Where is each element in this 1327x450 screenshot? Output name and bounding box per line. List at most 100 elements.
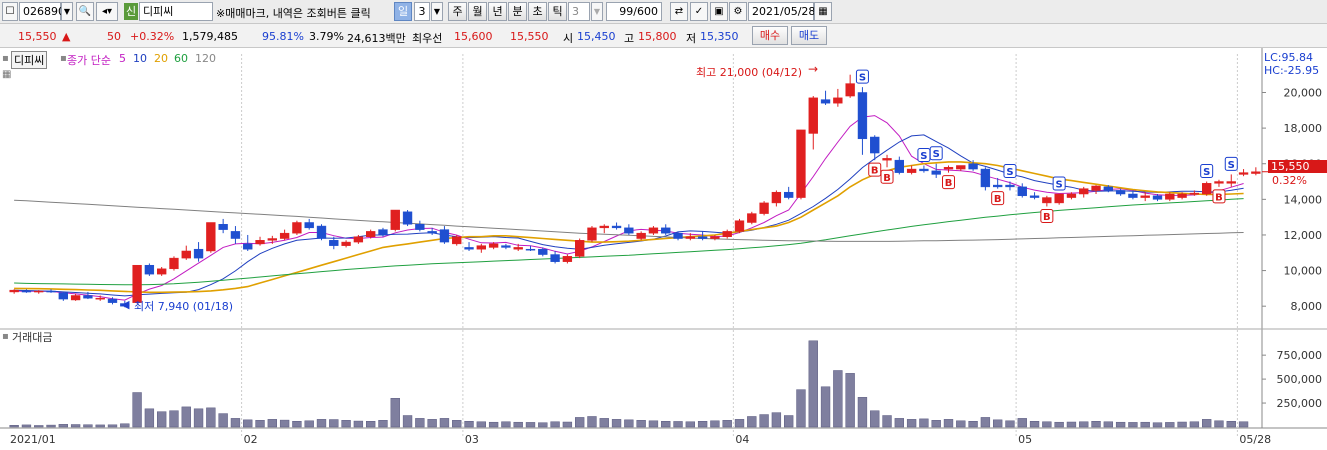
volume-bar bbox=[1115, 421, 1126, 428]
period-month-button[interactable]: 월 bbox=[468, 2, 487, 21]
price-change: 50 bbox=[107, 30, 121, 43]
candle-body bbox=[919, 168, 929, 172]
stock-name-field[interactable]: 디피씨 bbox=[139, 2, 213, 21]
candle-body bbox=[820, 99, 831, 104]
volume-bar bbox=[476, 421, 486, 428]
volume-bar bbox=[390, 398, 400, 428]
candle-body bbox=[279, 232, 290, 239]
volume-bar bbox=[501, 421, 511, 428]
chart-svg[interactable]: 8,00010,00012,00014,00016,00018,00020,00… bbox=[0, 48, 1327, 447]
candle-body bbox=[83, 295, 93, 299]
legend-ma-10[interactable]: 10 bbox=[133, 52, 147, 65]
menu-icon[interactable]: ☐ bbox=[2, 2, 18, 21]
data-count-field[interactable]: 99/600 bbox=[606, 2, 662, 21]
chart-area[interactable]: 8,00010,00012,00014,00016,00018,00020,00… bbox=[0, 48, 1327, 447]
volume-bar bbox=[193, 408, 204, 428]
chevron-down-icon[interactable]: ▼ bbox=[591, 2, 603, 21]
candle-body bbox=[833, 97, 843, 104]
ma-line-5 bbox=[14, 115, 1244, 301]
legend-ma-label[interactable]: 종가 단순 bbox=[67, 52, 111, 68]
trade-value: 24,613백만 bbox=[347, 32, 406, 45]
volume-bar bbox=[452, 420, 462, 428]
volume-bar bbox=[894, 418, 904, 428]
candle-body bbox=[599, 225, 609, 229]
volume-bar bbox=[845, 373, 855, 428]
low-price: 15,350 bbox=[700, 30, 739, 43]
date-field[interactable]: 2021/05/28 bbox=[748, 2, 815, 21]
candle-body bbox=[673, 232, 683, 239]
candle-body bbox=[402, 211, 413, 225]
candle-body bbox=[427, 231, 437, 234]
period-minute-button[interactable]: 분 bbox=[508, 2, 527, 21]
volume-bar bbox=[21, 424, 32, 428]
volume-bar bbox=[1128, 422, 1138, 428]
candle-body bbox=[1140, 195, 1150, 198]
volume-bar bbox=[329, 419, 339, 428]
volume-bar bbox=[255, 420, 265, 428]
period-day-button[interactable]: 일 bbox=[394, 2, 412, 21]
legend-stock-name[interactable]: 디피씨 bbox=[11, 51, 48, 69]
speaker-icon[interactable]: ◂▾ bbox=[96, 2, 118, 21]
candle-body bbox=[759, 202, 769, 214]
signal-label: B bbox=[1043, 212, 1051, 223]
candle-body bbox=[70, 295, 81, 301]
volume-bar bbox=[304, 420, 314, 428]
period-second-button[interactable]: 초 bbox=[528, 2, 547, 21]
volume-legend[interactable]: 거래대금 bbox=[12, 329, 52, 345]
low-annotation: 최저 7,940 (01/18) bbox=[134, 300, 234, 313]
volume-bar bbox=[857, 397, 868, 428]
volume-bar bbox=[95, 424, 105, 428]
calendar-icon[interactable]: ▦ bbox=[814, 2, 832, 21]
candle-body bbox=[993, 184, 1003, 188]
checklist-icon[interactable]: ✓ bbox=[690, 2, 708, 21]
candle-body bbox=[550, 254, 560, 262]
candle-body bbox=[956, 165, 966, 170]
volume-bar bbox=[169, 410, 179, 428]
candle-body bbox=[1103, 186, 1113, 191]
candle-body bbox=[894, 159, 904, 173]
candle-body bbox=[243, 243, 253, 250]
stock-code-input[interactable]: 026890 bbox=[19, 2, 65, 21]
period-year-button[interactable]: 년 bbox=[488, 2, 507, 21]
day-count-field[interactable]: 3 bbox=[414, 2, 430, 21]
current-price: 15,550 bbox=[18, 30, 57, 43]
legend-marker-icon: ▪ bbox=[60, 53, 67, 64]
volume-bar bbox=[1152, 422, 1163, 428]
sell-button[interactable]: 매도 bbox=[791, 26, 827, 45]
period-tick-button[interactable]: 틱 bbox=[548, 2, 567, 21]
volume-bar bbox=[267, 419, 277, 428]
search-icon[interactable]: 🔍 bbox=[76, 2, 94, 21]
candle-body bbox=[980, 168, 991, 188]
volume-bar bbox=[427, 419, 437, 428]
grid-toggle-icon[interactable]: ▦ bbox=[2, 69, 11, 80]
volume-bar bbox=[83, 424, 93, 428]
tick-count-field[interactable]: 3 bbox=[568, 2, 590, 21]
legend-ma-5[interactable]: 5 bbox=[119, 52, 126, 65]
chevron-down-icon[interactable]: ▼ bbox=[61, 2, 73, 21]
candle-body bbox=[562, 256, 573, 262]
gear-icon[interactable]: ⚙ bbox=[729, 2, 747, 21]
candle-body bbox=[304, 222, 314, 229]
volume-bar bbox=[279, 419, 290, 428]
candle-body bbox=[415, 224, 425, 230]
compare-icon[interactable]: ⇄ bbox=[670, 2, 688, 21]
legend-ma-20[interactable]: 20 bbox=[154, 52, 168, 65]
candle-body bbox=[193, 248, 204, 259]
volume-bar bbox=[1017, 418, 1027, 428]
volume-bar bbox=[1091, 421, 1101, 428]
candle-body bbox=[144, 264, 155, 275]
save-icon[interactable]: ▣ bbox=[710, 2, 728, 21]
period-week-button[interactable]: 주 bbox=[448, 2, 467, 21]
candle-body bbox=[255, 240, 265, 245]
volume-bar bbox=[292, 421, 302, 428]
legend-ma-60[interactable]: 60 bbox=[174, 52, 188, 65]
candle-body bbox=[181, 250, 191, 259]
legend-ma-120[interactable]: 120 bbox=[195, 52, 216, 65]
candle-body bbox=[464, 247, 474, 250]
ma-line-120 bbox=[14, 199, 1244, 242]
buy-button[interactable]: 매수 bbox=[752, 26, 788, 45]
candle-body bbox=[538, 248, 548, 255]
candle-body bbox=[968, 163, 978, 170]
chevron-down-icon[interactable]: ▼ bbox=[431, 2, 443, 21]
candle-body bbox=[857, 92, 868, 140]
